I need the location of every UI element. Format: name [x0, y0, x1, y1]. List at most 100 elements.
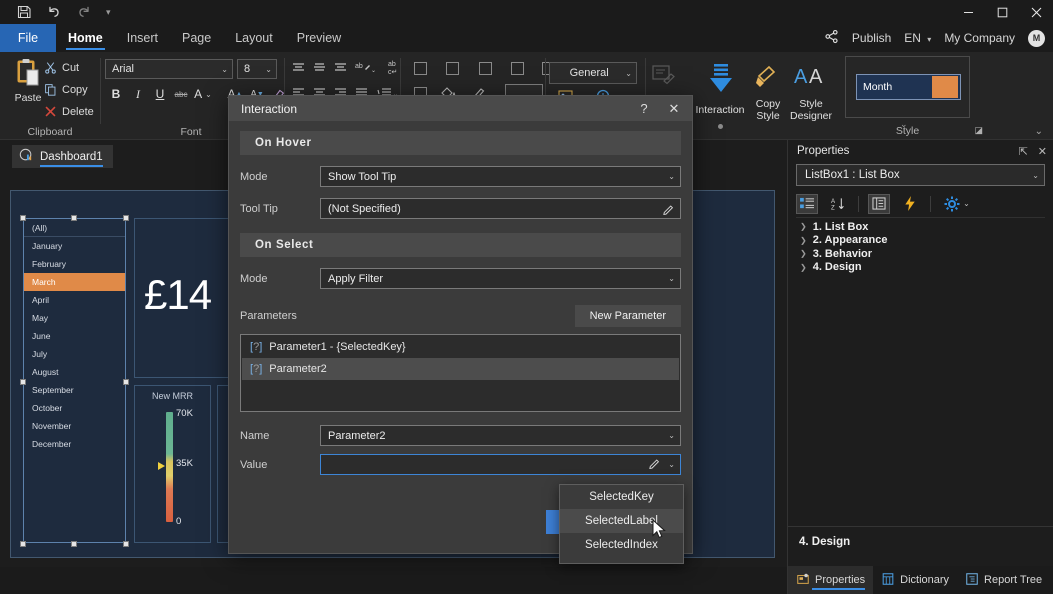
tooltip-field[interactable]: (Not Specified): [320, 198, 681, 219]
border-outer-icon[interactable]: [446, 62, 459, 75]
property-group-appearance[interactable]: ❯ 2. Appearance: [788, 234, 1053, 248]
interaction-button[interactable]: Interaction: [694, 102, 746, 132]
document-tab-dashboard1[interactable]: Dashboard1: [12, 145, 113, 168]
resize-handle[interactable]: [123, 541, 129, 547]
share-icon[interactable]: [824, 29, 839, 47]
select-mode-combo[interactable]: Apply Filter ⌄: [320, 268, 681, 289]
parameter-value-field[interactable]: ⌄: [320, 454, 681, 475]
listbox-control[interactable]: (All) January February March April May J…: [23, 218, 126, 543]
list-item[interactable]: May: [24, 309, 125, 327]
edit-pencil-icon[interactable]: [649, 457, 661, 472]
border-left-icon[interactable]: [479, 62, 492, 75]
style-designer-button[interactable]: Style Designer: [785, 96, 837, 122]
tab-dictionary[interactable]: Dictionary: [873, 566, 957, 594]
cut-button[interactable]: Cut: [44, 61, 79, 74]
parameters-list[interactable]: [?] Parameter1 - {SelectedKey} [?] Param…: [240, 334, 681, 412]
tab-preview[interactable]: Preview: [285, 24, 353, 52]
align-top-icon[interactable]: [290, 60, 307, 77]
settings-icon[interactable]: ⌄: [940, 194, 974, 214]
list-item[interactable]: December: [24, 435, 125, 453]
redo-icon[interactable]: [76, 4, 92, 20]
close-button[interactable]: [1019, 0, 1053, 24]
new-mrr-panel[interactable]: New MRR 70K 35K 0: [134, 385, 211, 543]
company-label[interactable]: My Company: [944, 31, 1015, 45]
font-family-combo[interactable]: Arial ⌄: [105, 59, 233, 79]
align-middle-icon[interactable]: [311, 60, 328, 77]
dropdown-item-selectedkey[interactable]: SelectedKey: [560, 485, 683, 509]
alphabetical-icon[interactable]: AZ: [827, 194, 849, 214]
help-button[interactable]: ?: [632, 99, 656, 119]
tab-properties[interactable]: Properties: [788, 566, 874, 594]
property-group-behavior[interactable]: ❯ 3. Behavior: [788, 247, 1053, 261]
list-item[interactable]: August: [24, 363, 125, 381]
dialog-close-button[interactable]: ✕: [662, 99, 686, 119]
categorized-icon[interactable]: [796, 193, 818, 214]
strikethrough-button[interactable]: abc: [171, 84, 191, 104]
italic-button[interactable]: I: [128, 84, 148, 104]
minimize-button[interactable]: [951, 0, 985, 24]
hover-mode-combo[interactable]: Show Tool Tip ⌄: [320, 166, 681, 187]
property-group-listbox[interactable]: ❯ 1. List Box: [788, 220, 1053, 234]
save-icon[interactable]: [16, 4, 32, 20]
resize-handle[interactable]: [71, 215, 77, 221]
parameter-list-item[interactable]: [?] Parameter1 - {SelectedKey}: [242, 336, 679, 358]
resize-handle[interactable]: [20, 379, 26, 385]
number-format-combo[interactable]: General ⌄: [549, 62, 637, 84]
style-gallery[interactable]: Month: [845, 56, 970, 118]
tab-page[interactable]: Page: [170, 24, 223, 52]
wrap-text-icon[interactable]: ab c↵: [386, 58, 406, 76]
events-icon[interactable]: [899, 194, 921, 214]
tab-file[interactable]: File: [0, 24, 56, 52]
border-all-icon[interactable]: [414, 62, 427, 75]
bold-button[interactable]: B: [106, 84, 126, 104]
resize-handle[interactable]: [20, 215, 26, 221]
copy-button[interactable]: Copy: [44, 83, 88, 96]
style-designer-icon[interactable]: AA: [794, 64, 828, 93]
list-item[interactable]: (All): [24, 219, 125, 237]
language-selector[interactable]: EN ▾: [904, 31, 931, 45]
list-item[interactable]: June: [24, 327, 125, 345]
avatar[interactable]: M: [1028, 29, 1045, 47]
parameter-name-combo[interactable]: Parameter2 ⌄: [320, 425, 681, 446]
chevron-down-icon[interactable]: ⌄: [668, 460, 675, 469]
text-direction-icon[interactable]: ab ⌄: [354, 60, 380, 77]
resize-handle[interactable]: [71, 541, 77, 547]
interaction-icon[interactable]: [708, 62, 734, 99]
list-item[interactable]: February: [24, 255, 125, 273]
ribbon-collapse-icon[interactable]: ⌄: [1035, 126, 1043, 137]
edit-pencil-icon[interactable]: [663, 203, 675, 215]
list-item[interactable]: November: [24, 417, 125, 435]
pin-icon[interactable]: ⇱: [1019, 145, 1028, 158]
publish-button[interactable]: Publish: [852, 31, 891, 45]
parameter-list-item-selected[interactable]: [?] Parameter2: [242, 358, 679, 380]
tab-insert[interactable]: Insert: [115, 24, 170, 52]
style-dialog-launcher-icon[interactable]: ◪: [974, 125, 983, 136]
font-size-combo[interactable]: 8 ⌄: [237, 59, 277, 79]
list-item[interactable]: September: [24, 381, 125, 399]
undo-icon[interactable]: [46, 4, 62, 20]
close-icon[interactable]: ✕: [1038, 145, 1047, 158]
paste-button[interactable]: Paste: [8, 58, 48, 104]
property-group-design[interactable]: ❯ 4. Design: [788, 261, 1053, 275]
list-item[interactable]: April: [24, 291, 125, 309]
align-bottom-icon[interactable]: [332, 60, 349, 77]
tab-layout[interactable]: Layout: [223, 24, 285, 52]
list-item[interactable]: January: [24, 237, 125, 255]
tab-home[interactable]: Home: [56, 24, 115, 52]
new-parameter-button[interactable]: New Parameter: [574, 305, 681, 327]
resize-handle[interactable]: [123, 215, 129, 221]
list-item[interactable]: October: [24, 399, 125, 417]
resize-handle[interactable]: [20, 541, 26, 547]
style-gallery-item[interactable]: Month: [856, 74, 961, 100]
list-item[interactable]: July: [24, 345, 125, 363]
tab-report-tree[interactable]: Report Tree: [957, 566, 1050, 594]
underline-button[interactable]: U: [150, 84, 170, 104]
list-item-selected[interactable]: March: [24, 273, 125, 291]
object-selector-combo[interactable]: ListBox1 : List Box ⌄: [796, 164, 1045, 186]
border-right-icon[interactable]: [511, 62, 524, 75]
copy-style-icon[interactable]: [753, 62, 783, 95]
resize-handle[interactable]: [123, 379, 129, 385]
delete-button[interactable]: Delete: [44, 105, 94, 118]
font-color-button[interactable]: A ⌄: [193, 84, 213, 104]
maximize-button[interactable]: [985, 0, 1019, 24]
